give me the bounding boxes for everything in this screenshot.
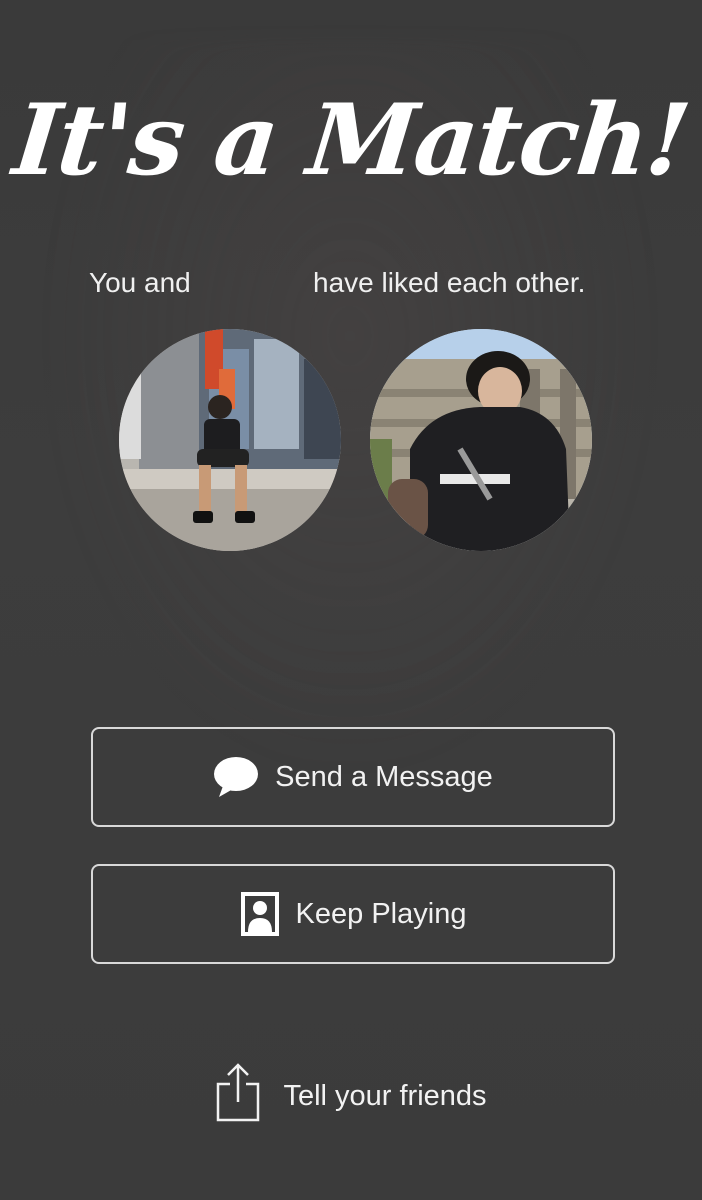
keep-playing-label: Keep Playing	[295, 897, 467, 930]
tell-friends-label: Tell your friends	[283, 1079, 487, 1112]
match-subtitle-end: have liked each other.	[313, 267, 586, 298]
tell-friends-link[interactable]: Tell your friends	[0, 1062, 702, 1130]
send-message-button[interactable]: Send a Message	[91, 727, 615, 827]
send-message-label: Send a Message	[275, 760, 493, 793]
user-avatar[interactable]	[119, 329, 341, 551]
match-title: It's a Match!	[8, 83, 694, 198]
match-subtitle-start: You and	[89, 267, 191, 298]
match-avatar[interactable]	[370, 329, 592, 551]
person-portrait-icon	[240, 891, 280, 937]
user-avatar-photo	[119, 329, 341, 551]
speech-bubble-icon	[213, 756, 259, 798]
keep-playing-button[interactable]: Keep Playing	[91, 864, 615, 964]
share-icon	[215, 1062, 261, 1130]
match-avatar-photo	[370, 329, 592, 551]
match-screen: It's a Match! You and have liked each ot…	[0, 0, 702, 1200]
